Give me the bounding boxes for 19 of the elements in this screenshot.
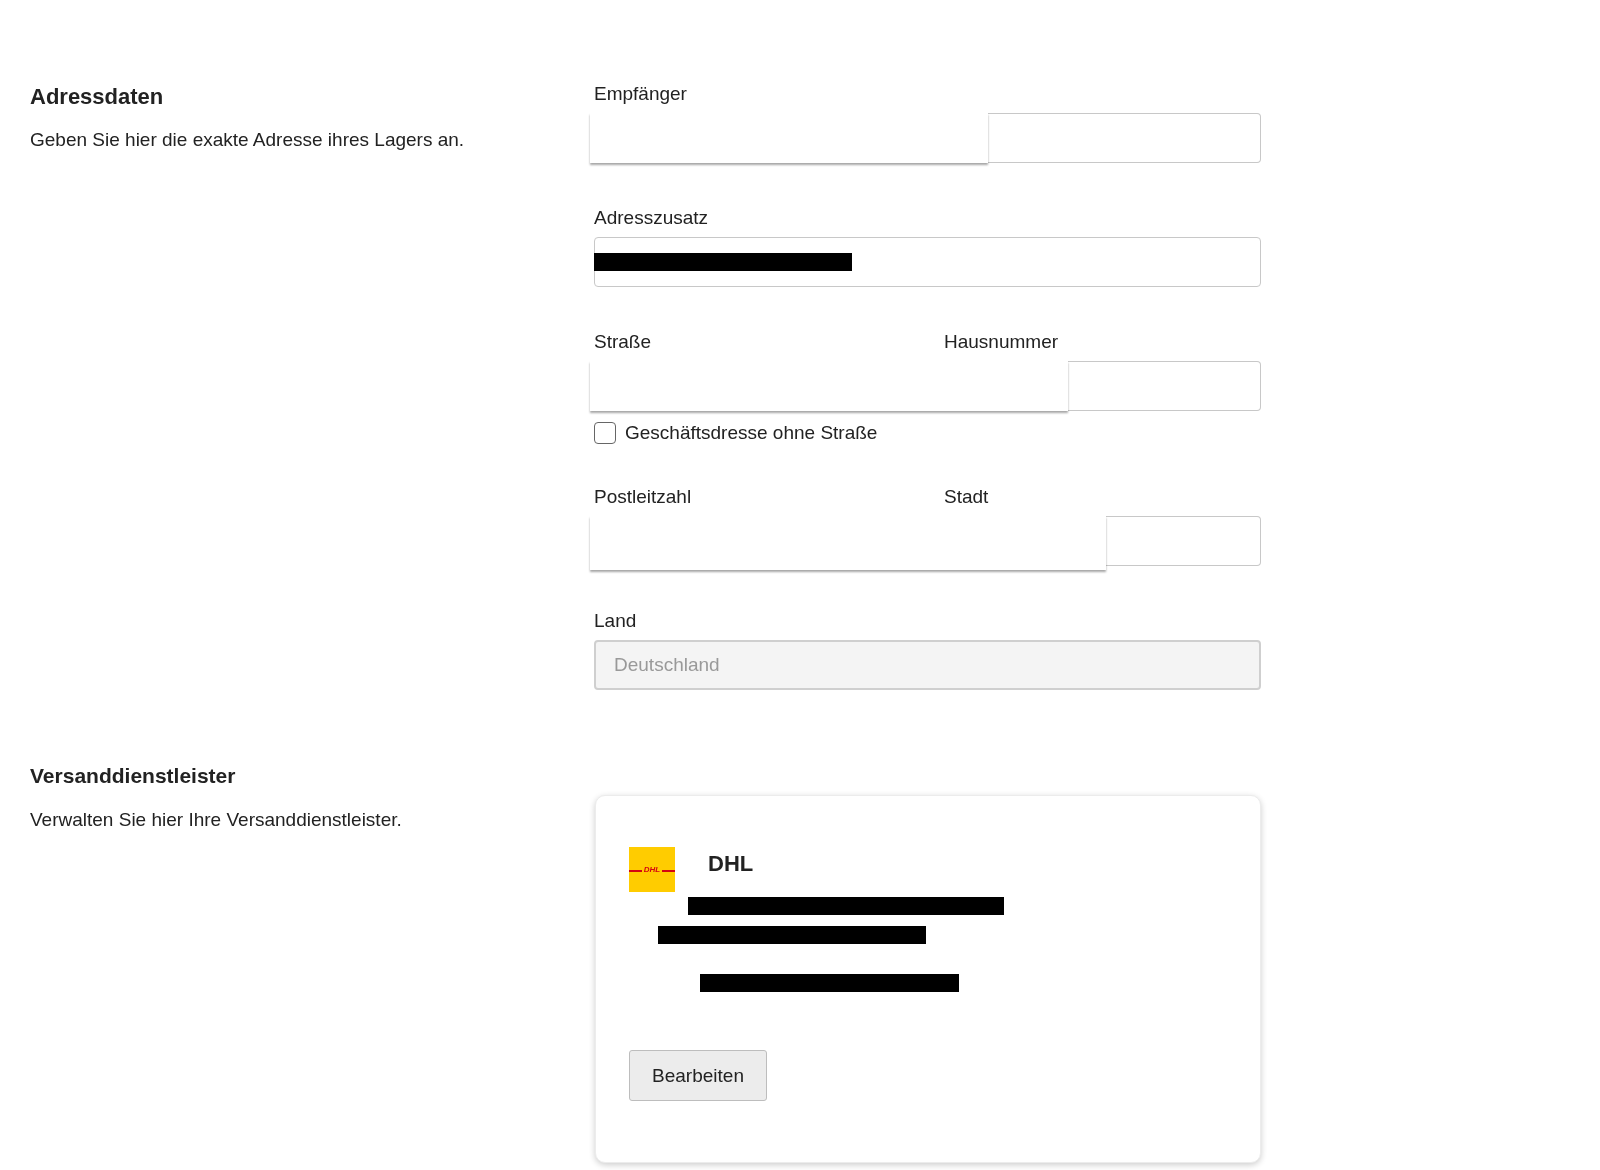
section-title: Adressdaten bbox=[30, 84, 164, 110]
input-field[interactable] bbox=[1106, 516, 1261, 566]
field-label: Empfänger bbox=[594, 82, 687, 106]
section-description: Verwalten Sie hier Ihre Versanddienstleister. bbox=[30, 808, 402, 832]
carrier-name: DHL bbox=[708, 851, 754, 877]
checkbox-label[interactable]: Geschäftsdresse ohne Straße bbox=[625, 421, 878, 445]
field-label: Stadt bbox=[944, 485, 989, 509]
checkbox[interactable] bbox=[594, 422, 616, 444]
section-description: Geben Sie hier die exakte Adresse ihres Lagers an. bbox=[30, 128, 465, 152]
field-label: Adresszusatz bbox=[594, 206, 709, 230]
input-field[interactable] bbox=[988, 113, 1261, 163]
section-title: Versanddienstleister bbox=[30, 763, 236, 789]
field-label: Straße bbox=[594, 330, 652, 354]
input-field[interactable] bbox=[1068, 361, 1261, 411]
field-label: Land bbox=[594, 609, 637, 633]
carrier-logo: DHL bbox=[629, 847, 675, 892]
edit-button[interactable]: Bearbeiten bbox=[629, 1050, 767, 1101]
field-label: Hausnummer bbox=[944, 330, 1059, 354]
field-label: Postleitzahl bbox=[594, 485, 692, 509]
